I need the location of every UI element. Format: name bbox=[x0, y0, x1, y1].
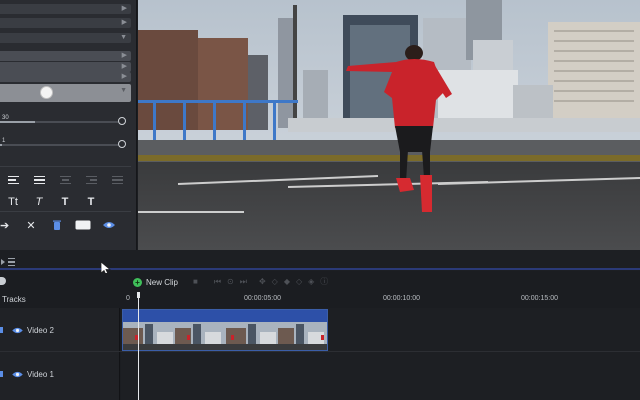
ruler-label: 0 bbox=[126, 295, 130, 302]
italic-button[interactable]: T bbox=[26, 191, 52, 213]
ruler-label: 00:00:10:00 bbox=[383, 295, 420, 302]
eye-icon[interactable] bbox=[12, 371, 23, 378]
reset-circle-icon[interactable] bbox=[118, 140, 126, 148]
track-header-video-2[interactable]: Video 2 bbox=[0, 308, 120, 352]
video-clip[interactable] bbox=[122, 309, 328, 351]
keyframe-next-icon[interactable]: ◇ bbox=[296, 277, 302, 287]
track-name: Video 1 bbox=[27, 369, 54, 379]
track-header-video-1[interactable]: Video 1 bbox=[0, 352, 120, 396]
arrow-right-icon[interactable]: ➔ bbox=[0, 214, 18, 236]
align-distribute-icon[interactable] bbox=[104, 169, 130, 191]
plus-icon: + bbox=[133, 278, 142, 287]
properties-panel: ▶ ▶ ▼ ▶ ▶ ▶ ▼ 30 1 Tt T T T ➔ ✕ bbox=[0, 0, 137, 250]
play-circle-icon[interactable]: ⊙ bbox=[227, 277, 234, 287]
text-style-toolbar: Tt T T T bbox=[0, 191, 131, 213]
clip-actions-toolbar: ➔ ✕ bbox=[0, 214, 131, 236]
trash-icon[interactable] bbox=[44, 214, 70, 236]
alignment-toolbar bbox=[0, 169, 131, 191]
playhead[interactable] bbox=[137, 292, 140, 400]
keyframe-icon[interactable]: ◆ bbox=[284, 277, 290, 287]
property-dropdown-5[interactable]: ▶ bbox=[0, 62, 131, 72]
time-ruler[interactable]: 0 00:00:05:00 00:00:10:00 00:00:15:00 bbox=[121, 292, 640, 308]
rectangle-icon[interactable] bbox=[70, 214, 96, 236]
chevron-down-icon: ▼ bbox=[120, 87, 127, 94]
video-preview[interactable] bbox=[138, 0, 640, 250]
timeline-toolbar: + New Clip ■ ⏮ ⊙ ⏭ ✥ ◇ ◆ ◇ ◈ ⓘ bbox=[0, 273, 640, 292]
skip-back-icon[interactable]: ⏮ bbox=[214, 277, 221, 287]
color-picker[interactable]: ▼ bbox=[0, 84, 131, 102]
new-clip-label: New Clip bbox=[146, 278, 179, 287]
divider bbox=[0, 211, 131, 212]
property-slider-1[interactable]: 30 bbox=[0, 115, 131, 129]
align-left-icon[interactable] bbox=[0, 169, 26, 191]
property-dropdown-4[interactable]: ▶ bbox=[0, 51, 131, 61]
ruler-label: 00:00:05:00 bbox=[244, 295, 281, 302]
keyframe-prev-icon[interactable]: ◇ bbox=[272, 277, 278, 287]
chevron-right-icon: ▶ bbox=[121, 73, 127, 80]
chevron-right-icon: ▶ bbox=[121, 63, 127, 70]
property-dropdown-1[interactable]: ▶ bbox=[0, 4, 131, 14]
move-icon[interactable]: ✥ bbox=[259, 277, 266, 287]
align-center-icon[interactable] bbox=[52, 169, 78, 191]
slider-track[interactable] bbox=[0, 121, 118, 123]
property-dropdown-3[interactable]: ▼ bbox=[0, 33, 131, 43]
track-name: Video 2 bbox=[27, 325, 54, 335]
chevron-down-icon: ▼ bbox=[120, 34, 127, 41]
video-editor-window: ▶ ▶ ▼ ▶ ▶ ▶ ▼ 30 1 Tt T T T ➔ ✕ + New Cl… bbox=[0, 0, 640, 400]
track-lock-icon[interactable] bbox=[0, 371, 3, 377]
skip-forward-icon[interactable]: ⏭ bbox=[240, 277, 247, 287]
ruler-label: 00:00:15:00 bbox=[521, 295, 558, 302]
timeline-controls: ■ ⏮ ⊙ ⏭ ✥ ◇ ◆ ◇ ◈ ⓘ bbox=[193, 277, 328, 287]
new-clip-button[interactable]: + New Clip bbox=[133, 276, 178, 289]
panel-divider[interactable] bbox=[0, 250, 640, 271]
chevron-right-icon: ▶ bbox=[121, 52, 127, 59]
playhead-handle[interactable] bbox=[137, 292, 140, 298]
text-style-button[interactable]: T bbox=[78, 191, 104, 213]
align-justify-icon[interactable] bbox=[26, 169, 52, 191]
track-lock-icon[interactable] bbox=[0, 327, 3, 333]
panel-menu-button[interactable] bbox=[0, 255, 20, 269]
property-dropdown-2[interactable]: ▶ bbox=[0, 18, 131, 28]
marker-icon[interactable]: ◈ bbox=[308, 277, 314, 287]
clip-thumbnails bbox=[123, 322, 327, 350]
eye-icon[interactable] bbox=[12, 327, 23, 334]
menu-icon bbox=[8, 257, 15, 267]
chevron-right-icon: ▶ bbox=[121, 19, 127, 26]
play-icon bbox=[1, 259, 5, 265]
divider bbox=[0, 166, 131, 167]
camera-icon[interactable]: ■ bbox=[193, 277, 198, 287]
half-circle-icon[interactable] bbox=[0, 277, 6, 285]
tracks-header: Tracks bbox=[0, 292, 120, 308]
info-icon[interactable]: ⓘ bbox=[320, 277, 328, 287]
align-right-icon[interactable] bbox=[78, 169, 104, 191]
reset-circle-icon[interactable] bbox=[118, 117, 126, 125]
slider-track[interactable] bbox=[0, 144, 118, 146]
eye-icon[interactable] bbox=[96, 214, 122, 236]
color-dot-icon bbox=[40, 86, 53, 99]
property-dropdown-6[interactable]: ▶ bbox=[0, 72, 131, 82]
bold-button[interactable]: T bbox=[52, 191, 78, 213]
clip-title-bar[interactable] bbox=[123, 310, 327, 322]
close-icon[interactable]: ✕ bbox=[18, 214, 44, 236]
text-case-button[interactable]: Tt bbox=[0, 191, 26, 213]
preview-frame-image bbox=[138, 0, 640, 250]
chevron-right-icon: ▶ bbox=[121, 5, 127, 12]
track-separator bbox=[0, 351, 640, 352]
track-headers: Video 2 Video 1 bbox=[0, 308, 120, 400]
property-slider-2[interactable]: 1 bbox=[0, 138, 131, 152]
